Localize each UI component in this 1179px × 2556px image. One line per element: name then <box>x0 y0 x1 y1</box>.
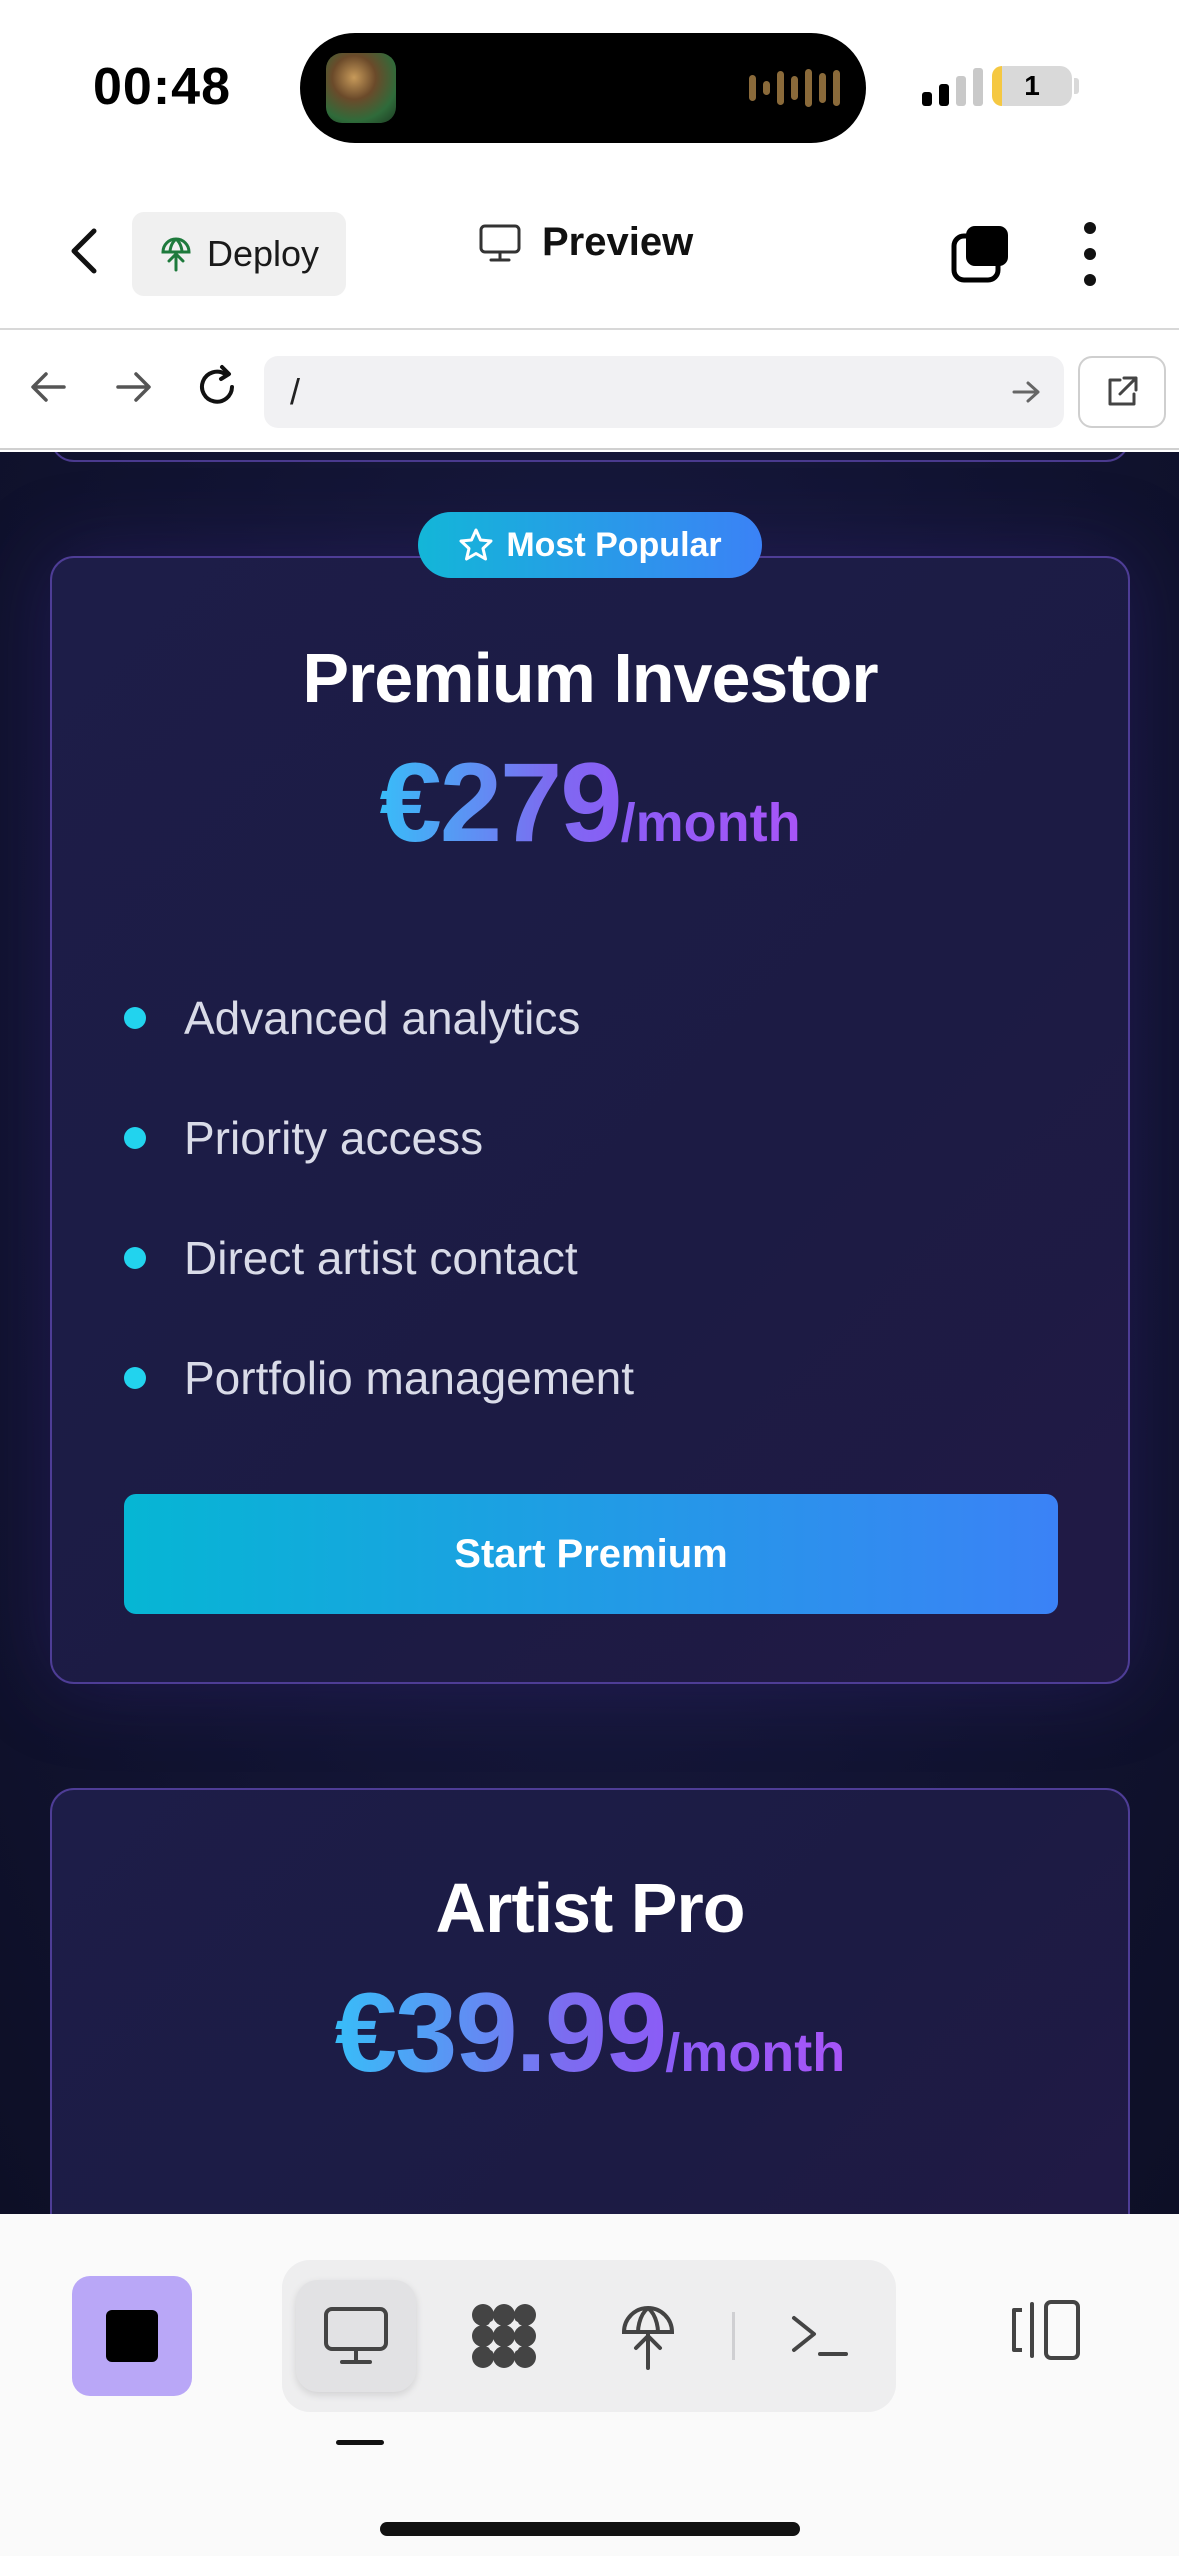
back-button[interactable] <box>60 221 108 281</box>
battery-icon: 1 <box>992 66 1072 106</box>
start-premium-button[interactable]: Start Premium <box>124 1494 1058 1614</box>
preview-tool-button[interactable] <box>296 2280 416 2392</box>
terminal-icon <box>792 2316 848 2356</box>
arrow-right-icon <box>116 372 151 402</box>
reload-icon <box>200 365 234 404</box>
monitor-icon <box>324 2307 388 2364</box>
most-popular-badge: Most Popular <box>418 512 762 578</box>
plan-price: €39.99/month <box>52 1968 1128 2097</box>
feature-text: Direct artist contact <box>184 1232 578 1284</box>
panel-toggle-icon <box>1012 2300 1080 2360</box>
more-vertical-icon <box>1084 222 1096 234</box>
cellular-signal-icon <box>922 66 983 106</box>
stop-button[interactable] <box>72 2276 192 2396</box>
toolbar-divider <box>732 2312 735 2360</box>
bullet-icon <box>124 1007 146 1029</box>
previous-plan-card <box>50 452 1130 462</box>
home-indicator <box>380 2522 800 2536</box>
reload-button[interactable] <box>192 362 242 412</box>
bullet-icon <box>124 1367 146 1389</box>
battery-tip <box>1074 78 1079 94</box>
deploy-icon <box>621 2306 675 2370</box>
price-period: /month <box>620 793 801 853</box>
dynamic-island[interactable] <box>300 33 866 143</box>
arrow-go-icon <box>1012 381 1040 403</box>
plan-card-premium-investor: Premium Investor €279/month Advanced ana… <box>50 556 1130 1684</box>
feature-item: Direct artist contact <box>124 1198 634 1318</box>
app-header: Deploy Preview <box>0 176 1179 330</box>
deploy-label: Deploy <box>206 233 320 274</box>
terminal-tool-button[interactable] <box>760 2280 880 2392</box>
browser-bar <box>0 332 1179 450</box>
plan-name: Artist Pro <box>435 1869 746 1947</box>
feature-text: Advanced analytics <box>184 992 581 1044</box>
status-bar: 00:48 1 <box>0 0 1179 176</box>
price-amount: €279 <box>379 740 622 865</box>
nav-forward-button[interactable] <box>108 362 158 412</box>
stop-icon <box>106 2310 158 2362</box>
deploy-tool-button[interactable] <box>588 2280 708 2392</box>
preview-title: Preview <box>478 220 693 265</box>
plan-card-artist-pro: Artist Pro €39.99/month <box>50 1788 1130 2214</box>
bottom-toolbar <box>0 2214 1179 2556</box>
tool-group <box>282 2260 896 2412</box>
url-go-button[interactable] <box>1008 374 1044 410</box>
feature-item: Advanced analytics <box>124 958 634 1078</box>
bullet-icon <box>124 1127 146 1149</box>
globe-icon <box>161 237 191 272</box>
external-link-icon <box>1108 376 1138 406</box>
plan-name: Premium Investor <box>302 639 878 717</box>
url-input[interactable] <box>264 356 1064 428</box>
badge-label: Most Popular <box>506 525 722 564</box>
battery-level: 1 <box>1024 70 1040 101</box>
price-amount: €39.99 <box>334 1970 668 2095</box>
now-playing-artwork <box>326 53 396 123</box>
bullet-icon <box>124 1247 146 1269</box>
nav-back-button[interactable] <box>24 362 74 412</box>
open-external-button[interactable] <box>1078 356 1166 428</box>
star-icon <box>459 528 493 561</box>
preview-content: Most Popular Premium Investor €279/month… <box>0 452 1179 2214</box>
feature-item: Portfolio management <box>124 1318 634 1438</box>
panel-toggle-button[interactable] <box>1006 2290 1086 2370</box>
tabs-icon <box>951 226 1008 283</box>
plan-price: €279/month <box>52 738 1128 867</box>
feature-text: Portfolio management <box>184 1352 635 1404</box>
page-title: Preview <box>542 220 694 264</box>
tabs-button[interactable] <box>950 224 1012 286</box>
feature-item: Priority access <box>124 1078 634 1198</box>
more-menu-button[interactable] <box>1072 222 1108 286</box>
audio-waveform-icon <box>749 67 840 109</box>
apps-icon <box>472 2304 536 2368</box>
active-tool-indicator <box>336 2440 384 2445</box>
monitor-icon <box>479 224 521 261</box>
price-period: /month <box>665 2023 846 2083</box>
feature-text: Priority access <box>184 1112 484 1164</box>
arrow-left-icon <box>31 372 66 402</box>
feature-list: Advanced analytics Priority access Direc… <box>124 958 634 1438</box>
status-time: 00:48 <box>93 58 231 116</box>
apps-tool-button[interactable] <box>444 2280 564 2392</box>
deploy-button[interactable]: Deploy <box>132 212 346 296</box>
chevron-left-icon <box>71 228 97 274</box>
